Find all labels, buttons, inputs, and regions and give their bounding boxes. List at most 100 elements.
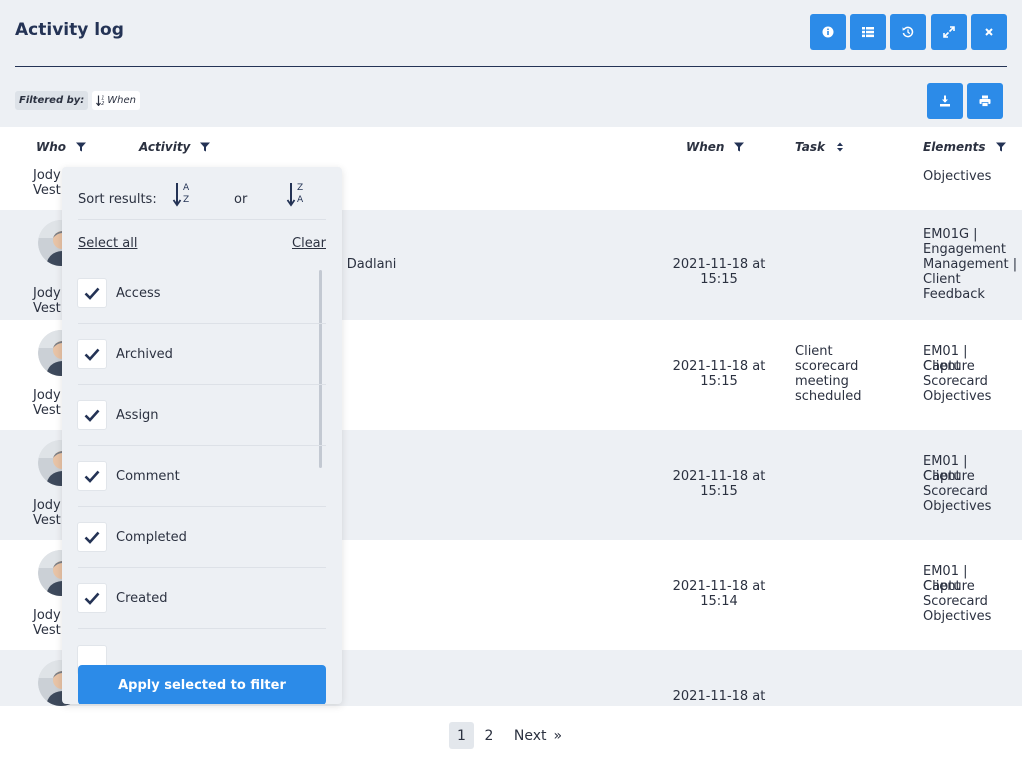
option-checkbox[interactable] <box>78 279 106 307</box>
sort-icon[interactable] <box>835 142 845 152</box>
download-button[interactable] <box>927 83 963 119</box>
svg-text:A: A <box>183 183 190 193</box>
elements-cell: Objectives <box>923 499 992 514</box>
svg-text:A: A <box>297 195 304 205</box>
info-icon <box>822 26 834 38</box>
info-button[interactable] <box>810 14 846 50</box>
task-cell: scorecard <box>795 359 859 374</box>
print-button[interactable] <box>967 83 1003 119</box>
elements-cell: Scorecard <box>923 484 988 499</box>
col-who[interactable]: Who <box>36 140 87 154</box>
who-last-name: Vest <box>33 403 61 418</box>
who-first-name: Jody <box>33 388 61 403</box>
list-icon <box>862 27 874 38</box>
when-date: 2021-11-18 at <box>672 469 766 484</box>
activity-filter-dropdown: Sort results: or A Z Z A Select all Clea… <box>62 167 342 704</box>
check-icon <box>84 470 100 483</box>
filter-chip-label: When <box>107 94 136 106</box>
apply-filter-button[interactable]: Apply selected to filter <box>78 665 326 704</box>
download-icon <box>940 95 950 107</box>
page-1-button[interactable]: 1 <box>449 722 474 749</box>
filter-option[interactable]: Completed <box>78 506 326 567</box>
svg-text:Z: Z <box>297 183 303 193</box>
elements-cell: Objectives <box>923 169 992 184</box>
check-icon <box>84 531 100 544</box>
who-first-name: Jody <box>33 286 61 301</box>
header-divider <box>15 66 1007 67</box>
divider <box>78 628 326 629</box>
when-time: 15:15 <box>700 272 738 287</box>
filter-icon[interactable] <box>995 142 1006 152</box>
expand-button[interactable] <box>931 14 967 50</box>
filter-option[interactable]: Archived <box>78 323 326 384</box>
history-button[interactable] <box>890 14 926 50</box>
option-label: Archived <box>116 347 173 362</box>
next-arrow: » <box>553 727 563 744</box>
check-icon <box>84 348 100 361</box>
close-button[interactable] <box>971 14 1007 50</box>
option-checkbox[interactable] <box>78 584 106 612</box>
col-elements[interactable]: Elements <box>923 140 1006 154</box>
who-first-name: Jody <box>33 498 61 513</box>
filter-option[interactable]: Comment <box>78 445 326 506</box>
col-activity[interactable]: Activity <box>139 140 211 154</box>
filter-option[interactable]: Assign <box>78 384 326 445</box>
sort-z-a-icon[interactable]: Z A <box>286 181 308 207</box>
col-task[interactable]: Task <box>795 140 845 154</box>
col-when[interactable]: When <box>686 140 745 154</box>
option-label: Assign <box>116 408 159 423</box>
task-cell: scheduled <box>795 389 862 404</box>
who-first-name: Jody <box>33 168 61 183</box>
who-last-name: Vest <box>33 513 61 528</box>
option-checkbox[interactable] <box>78 340 106 368</box>
col-activity-label: Activity <box>139 140 191 154</box>
divider <box>78 219 326 220</box>
clear-link[interactable]: Clear <box>292 236 326 251</box>
elements-cell: EM01G | <box>923 227 978 242</box>
col-elements-label: Elements <box>923 140 986 154</box>
filter-icon[interactable] <box>734 142 745 152</box>
when-time: 15:15 <box>700 484 738 499</box>
elements-cell: Client <box>923 469 961 484</box>
filter-option[interactable]: Created <box>78 567 326 628</box>
page-2-button[interactable]: 2 <box>480 722 498 749</box>
activity-cell: l Dadlani <box>339 257 397 272</box>
elements-cell: Scorecard <box>923 594 988 609</box>
elements-cell: Management | <box>923 257 1018 272</box>
when-date: 2021-11-18 at <box>672 579 766 594</box>
close-icon <box>985 28 993 36</box>
pagination: 1 2 Next » <box>0 706 1022 760</box>
select-all-link[interactable]: Select all <box>78 236 137 251</box>
elements-cell: Feedback <box>923 287 985 302</box>
table-header: Who Activity When Task Elements <box>0 127 1022 167</box>
elements-cell: Objectives <box>923 609 992 624</box>
elements-cell: Client <box>923 272 961 287</box>
check-icon <box>84 409 100 422</box>
option-checkbox[interactable] <box>78 462 106 490</box>
filtered-by-label: Filtered by: <box>15 90 89 110</box>
who-last-name: Vest <box>33 183 61 198</box>
list-view-button[interactable] <box>850 14 886 50</box>
filter-icon[interactable] <box>76 142 87 152</box>
history-icon <box>902 26 914 38</box>
option-checkbox[interactable] <box>78 523 106 551</box>
sort-a-z-icon[interactable]: A Z <box>172 181 194 207</box>
check-icon <box>84 592 100 605</box>
svg-text:Z: Z <box>183 195 189 205</box>
filter-option[interactable]: Access <box>78 262 326 323</box>
next-page-button[interactable]: Next » <box>510 722 566 749</box>
sort-label: Sort results: <box>78 191 157 207</box>
col-who-label: Who <box>36 140 67 154</box>
sort-ascending-icon: 12 <box>96 95 105 106</box>
when-date: 2021-11-18 at <box>672 689 766 704</box>
task-cell: meeting <box>795 374 849 389</box>
task-cell: Client <box>795 344 833 359</box>
option-label: Completed <box>116 530 187 545</box>
filter-icon[interactable] <box>200 142 211 152</box>
elements-cell: Objectives <box>923 389 992 404</box>
filter-chip-when[interactable]: 12 When <box>92 90 140 110</box>
who-first-name: Jody <box>33 608 61 623</box>
option-label: Access <box>116 286 161 301</box>
option-checkbox[interactable] <box>78 401 106 429</box>
check-icon <box>84 287 100 300</box>
